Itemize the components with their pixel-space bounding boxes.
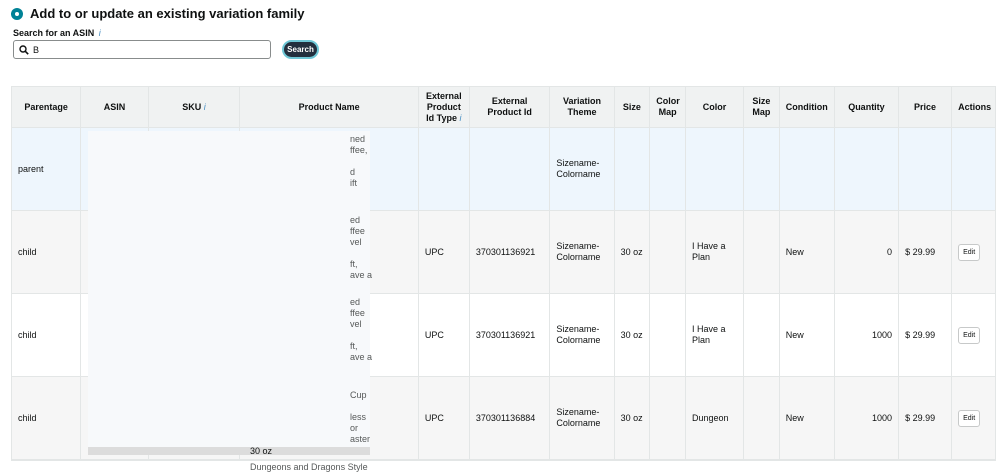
col-sku: SKU i: [147, 86, 241, 128]
cell-variation-theme: Sizename-Colorname: [549, 127, 615, 211]
cell-condition: New: [778, 376, 835, 460]
cell-color-map: [649, 127, 686, 211]
cell-variation-theme: Sizename-Colorname: [549, 210, 615, 294]
cell-color-map: [649, 210, 686, 294]
col-price: Price: [898, 86, 953, 128]
cell-parentage: child: [10, 376, 82, 460]
search-label-text: Search for an ASIN: [13, 28, 95, 38]
cell-price: $ 29.99: [898, 293, 953, 377]
cell-price: $ 29.99: [898, 376, 953, 460]
cell-size: 30 oz: [613, 376, 651, 460]
cell-ext-id: 370301136884: [468, 376, 551, 460]
col-quantity: Quantity: [833, 86, 900, 128]
cell-quantity: 1000: [833, 293, 900, 377]
cell-size-map: [743, 210, 780, 294]
section-title: Add to or update an existing variation f…: [30, 6, 305, 21]
table-header-row: Parentage ASIN SKU i Product Name Extern…: [10, 86, 996, 128]
table-row: [11, 460, 996, 471]
search-icon: [19, 44, 29, 55]
edit-button[interactable]: Edit: [958, 409, 981, 427]
cell-variation-theme: Sizename-Colorname: [549, 293, 615, 377]
product-name-fragment: ned ffee, d ift: [350, 134, 368, 188]
cell-actions: Edit: [951, 210, 996, 294]
section-radio-button[interactable]: [11, 7, 23, 20]
cell-ext-id-type: UPC: [417, 376, 470, 460]
cell-size: 30 oz: [613, 210, 651, 294]
col-size-map: Size Map: [743, 86, 780, 128]
cell-actions: Edit: [951, 293, 996, 377]
product-size-text: 30 oz: [250, 446, 273, 456]
cell-color: Dungeon: [684, 376, 745, 460]
cell-size-map: [743, 127, 780, 211]
product-name-fragment: Cup less or aster: [350, 390, 371, 444]
cell-actions: [951, 127, 996, 211]
search-input-value: B: [33, 44, 40, 55]
cell-quantity: [833, 127, 900, 211]
col-product-name: Product Name: [239, 86, 419, 128]
section-header: Add to or update an existing variation f…: [11, 6, 305, 21]
edit-button[interactable]: Edit: [958, 243, 981, 261]
cell-parentage: child: [10, 210, 82, 294]
cell-ext-id-type: UPC: [417, 210, 470, 294]
cell-color-map: [649, 376, 686, 460]
cell-ext-id: 370301136921: [468, 293, 551, 377]
cell-condition: New: [778, 210, 835, 294]
cell-color: [684, 127, 745, 211]
col-variation-theme: Variation Theme: [549, 86, 615, 128]
cell-size-map: [743, 293, 780, 377]
cell-price: [898, 127, 953, 211]
cell-ext-id-type: UPC: [417, 293, 470, 377]
col-size: Size: [613, 86, 651, 128]
cell-size: [613, 127, 651, 211]
product-name-fragment: ed ffee vel ft, ave a: [350, 297, 373, 362]
info-icon[interactable]: i: [460, 113, 462, 123]
cell-variation-theme: Sizename-Colorname: [549, 376, 615, 460]
cell-parentage: child: [10, 293, 82, 377]
search-button[interactable]: Search: [282, 40, 319, 59]
search-label: Search for an ASIN i: [13, 28, 101, 38]
asin-search-input[interactable]: B: [13, 40, 271, 59]
info-icon[interactable]: i: [99, 28, 101, 38]
cell-ext-id: 370301136921: [468, 210, 551, 294]
redacted-overlay: [88, 131, 370, 449]
cell-ext-id: [468, 127, 551, 211]
col-external-product-id-type: External Product Id Type i: [417, 86, 470, 128]
cell-color-map: [649, 293, 686, 377]
col-parentage: Parentage: [10, 86, 82, 128]
horizontal-scrollbar[interactable]: [88, 447, 370, 455]
col-condition: Condition: [778, 86, 835, 128]
cell-color: I Have a Plan: [684, 293, 745, 377]
cell-size: 30 oz: [613, 293, 651, 377]
cell-size-map: [743, 376, 780, 460]
col-external-product-id: External Product Id: [468, 86, 551, 128]
edit-button[interactable]: Edit: [958, 326, 981, 344]
product-name-partial: Dungeons and Dragons Style: [250, 462, 368, 472]
cell-ext-id-type: [417, 127, 470, 211]
col-asin: ASIN: [80, 86, 149, 128]
cell-actions: Edit: [951, 376, 996, 460]
info-icon[interactable]: i: [204, 102, 206, 112]
col-color: Color: [684, 86, 745, 128]
cell-quantity: 1000: [833, 376, 900, 460]
cell-quantity: 0: [833, 210, 900, 294]
cell-price: $ 29.99: [898, 210, 953, 294]
product-name-fragment: ed ffee vel ft, ave a: [350, 215, 373, 280]
cell-color: I Have a Plan: [684, 210, 745, 294]
cell-condition: [778, 127, 835, 211]
cell-parentage: parent: [10, 127, 82, 211]
col-actions: Actions: [951, 86, 996, 128]
cell-condition: New: [778, 293, 835, 377]
col-color-map: Color Map: [649, 86, 686, 128]
